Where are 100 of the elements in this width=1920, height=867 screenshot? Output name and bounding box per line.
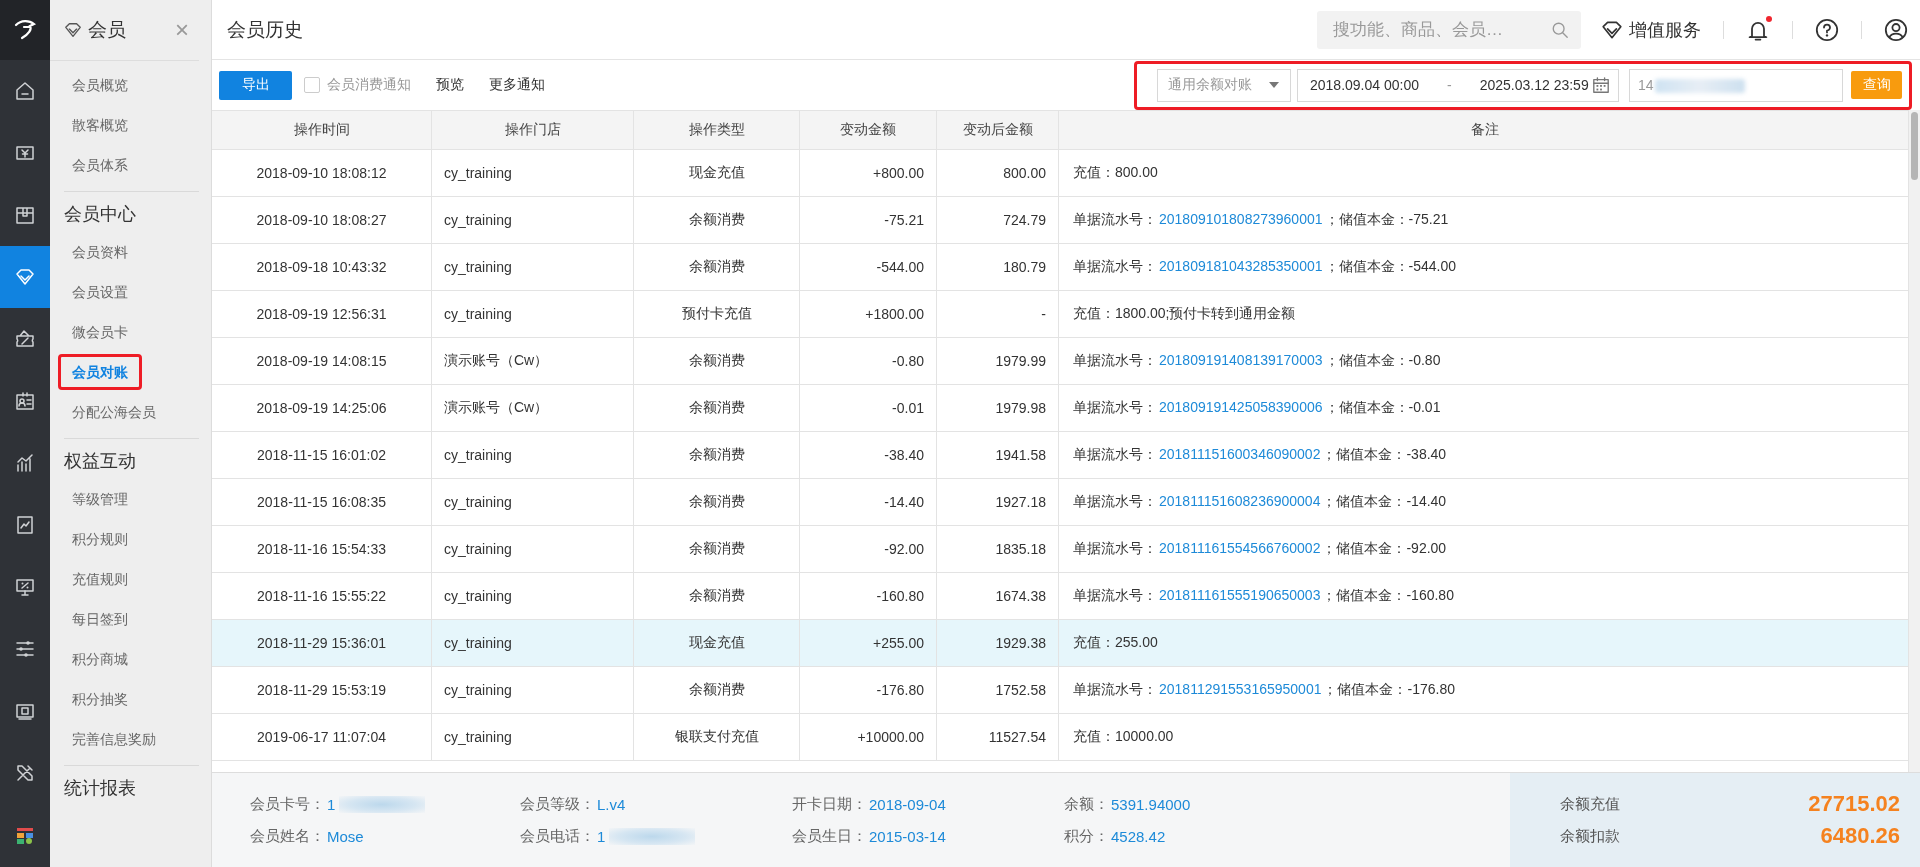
sidebar-item[interactable]: 微会员卡	[64, 312, 136, 352]
notifications-button[interactable]	[1746, 17, 1770, 42]
field-value: 5391.94000	[1111, 795, 1191, 813]
order-number-link[interactable]: 201809191408139170003	[1159, 352, 1323, 368]
table-cell: 2018-09-19 14:25:06	[212, 385, 432, 431]
table-cell: 724.79	[937, 197, 1059, 243]
field-value: 1	[327, 795, 426, 813]
table-cell: +255.00	[800, 620, 937, 666]
sidebar-item[interactable]: 每日签到	[64, 599, 136, 639]
table-cell: 2018-11-15 16:08:35	[212, 479, 432, 525]
diamond-icon	[1601, 18, 1623, 41]
column-header: 变动金额	[800, 111, 937, 149]
toolbar-link[interactable]: 更多通知	[489, 76, 545, 94]
table-cell: cy_training	[432, 714, 634, 760]
remark-text: 单据流水号：201811161555190650003；储值本金：-160.80	[1073, 587, 1454, 605]
field-label: 积分：	[1064, 826, 1109, 846]
table-cell: -38.40	[800, 432, 937, 478]
sidebar-item[interactable]: 完善信息奖励	[64, 719, 164, 759]
table-row[interactable]: 2018-09-19 12:56:31 cy_training 预付卡充值 +1800.00 - 充值：1800.00;预付卡转到通用金额	[212, 291, 1908, 338]
table-cell: -176.80	[800, 667, 937, 713]
sidebar-item[interactable]: 会员资料	[64, 232, 136, 272]
sidebar-item[interactable]: 积分抽奖	[64, 679, 136, 719]
scrollbar-thumb[interactable]	[1911, 112, 1918, 180]
sidebar-item[interactable]: 积分规则	[64, 519, 136, 559]
table-cell: -	[937, 291, 1059, 337]
table-row[interactable]: 2018-09-10 18:08:12 cy_training 现金充值 +800.00 800.00 充值：800.00	[212, 150, 1908, 197]
field-label: 会员生日：	[792, 826, 867, 846]
table-row[interactable]: 2018-11-16 15:54:33 cy_training 余额消费 -92.00 1835.18 单据流水号：201811161554566760002；储值本金：-92.00	[212, 526, 1908, 573]
table-cell: 余额消费	[634, 573, 800, 619]
table-cell: 余额消费	[634, 479, 800, 525]
table-row[interactable]: 2018-09-19 14:08:15 演示账号（Cw） 余额消费 -0.80 1979.99 单据流水号：201809191408139170003；储值本金：-0.80	[212, 338, 1908, 385]
sidebar-item[interactable]: 会员对账	[58, 354, 142, 390]
table-cell: +10000.00	[800, 714, 937, 760]
order-number-link[interactable]: 201811161555190650003	[1159, 587, 1321, 603]
sidebar-item[interactable]: 等级管理	[64, 479, 136, 519]
sidebar-section-heading: 会员中心	[64, 203, 137, 226]
order-number-link[interactable]: 201811151600346090002	[1159, 446, 1321, 462]
value-added-services-button[interactable]: 增值服务	[1601, 17, 1701, 42]
table-cell: 11527.54	[937, 714, 1059, 760]
table-cell: 2018-11-29 15:53:19	[212, 667, 432, 713]
table-row[interactable]: 2018-11-15 16:08:35 cy_training 余额消费 -14.40 1927.18 单据流水号：201811151608236900004；储值本金：-14.40	[212, 479, 1908, 526]
table-cell: 银联支付充值	[634, 714, 800, 760]
table-cell: -14.40	[800, 479, 937, 525]
column-header: 操作类型	[634, 111, 800, 149]
sidebar-item[interactable]: 会员设置	[64, 272, 136, 312]
table-row[interactable]: 2018-11-29 15:53:19 cy_training 余额消费 -176.80 1752.58 单据流水号：201811291553165950001；储值本金：-176.80	[212, 667, 1908, 714]
table-cell: 演示账号（Cw）	[432, 338, 634, 384]
order-number-link[interactable]: 201811151608236900004	[1159, 493, 1321, 509]
table-cell: -75.21	[800, 197, 937, 243]
toolbar-link[interactable]: 预览	[436, 76, 464, 94]
tools-icon	[15, 763, 35, 783]
table-row[interactable]: 2018-09-18 10:43:32 cy_training 余额消费 -544.00 180.79 单据流水号：201809181043285350001；储值本金：-544.00	[212, 244, 1908, 291]
order-number-link[interactable]: 201811291553165950001	[1159, 681, 1322, 697]
table-row[interactable]: 2018-09-19 14:25:06 演示账号（Cw） 余额消费 -0.01 1979.98 单据流水号：201809191425058390006；储值本金：-0.01	[212, 385, 1908, 432]
table-cell: 余额消费	[634, 667, 800, 713]
table-cell: 2019-06-17 11:07:04	[212, 714, 432, 760]
table-cell: cy_training	[432, 432, 634, 478]
remark-text: 充值：255.00	[1073, 634, 1158, 652]
sidebar-item[interactable]: 积分商城	[64, 639, 136, 679]
table-row[interactable]: 2018-11-29 15:36:01 cy_training 现金充值 +255.00 1929.38 充值：255.00	[212, 620, 1908, 667]
remark-text: 单据流水号：201809101808273960001；储值本金：-75.21	[1073, 211, 1449, 229]
table-cell: +800.00	[800, 150, 937, 196]
date-separator: -	[1447, 77, 1452, 93]
scrollbar[interactable]	[1908, 110, 1920, 772]
order-number-link[interactable]: 201809101808273960001	[1159, 211, 1323, 227]
remark-text: 单据流水号：201809181043285350001；储值本金：-544.00	[1073, 258, 1456, 276]
remark-text: 单据流水号：201811151600346090002；储值本金：-38.40	[1073, 446, 1447, 464]
order-number-link[interactable]: 201809191425058390006	[1159, 399, 1323, 415]
field-label: 会员姓名：	[250, 826, 325, 846]
sidebar-item[interactable]: 散客概览	[64, 105, 136, 145]
table-cell: 1929.38	[937, 620, 1059, 666]
search-field[interactable]: 搜功能、商品、会员…	[1317, 10, 1581, 49]
table-row[interactable]: 2019-06-17 11:07:04 cy_training 银联支付充值 +10000.00 11527.54 充值：10000.00	[212, 714, 1908, 761]
sidebar-item[interactable]: 会员概览	[64, 65, 136, 105]
user-button[interactable]	[1884, 17, 1908, 42]
checkbox-label[interactable]: 会员消费通知	[327, 76, 411, 94]
order-number-link[interactable]: 201809181043285350001	[1159, 258, 1323, 274]
date-range-field[interactable]: 2018.09.04 00:00 - 2025.03.12 23:59	[1297, 68, 1619, 102]
sidebar-item[interactable]: 会员体系	[64, 145, 136, 185]
table-row[interactable]: 2018-11-15 16:01:02 cy_training 余额消费 -38.40 1941.58 单据流水号：201811151600346090002；储值本金：-38.40	[212, 432, 1908, 479]
table-cell: 2018-09-18 10:43:32	[212, 244, 432, 290]
sidebar-item[interactable]: 分配公海会员	[64, 392, 164, 432]
sidebar-section-heading: 权益互动	[64, 450, 137, 473]
field-label: 开卡日期：	[792, 794, 867, 814]
field-value: 4528.42	[1111, 827, 1166, 845]
type-select[interactable]: 通用余额对账	[1157, 68, 1291, 102]
help-button[interactable]	[1815, 17, 1839, 42]
checkbox[interactable]	[304, 77, 320, 93]
table-cell: cy_training	[432, 526, 634, 572]
table-cell: 2018-11-29 15:36:01	[212, 620, 432, 666]
id-card-icon	[15, 391, 35, 411]
remark-text: 单据流水号：201811161554566760002；储值本金：-92.00	[1073, 540, 1447, 558]
order-number-link[interactable]: 201811161554566760002	[1159, 540, 1321, 556]
table-cell: cy_training	[432, 573, 634, 619]
field-value: 2018-09-04	[869, 795, 946, 813]
export-button[interactable]: 导出	[219, 70, 292, 100]
table-cell: 预付卡充值	[634, 291, 800, 337]
table-row[interactable]: 2018-09-10 18:08:27 cy_training 余额消费 -75.21 724.79 单据流水号：201809101808273960001；储值本金：-75.21	[212, 197, 1908, 244]
table-cell: 2018-09-19 12:56:31	[212, 291, 432, 337]
sidebar-item[interactable]: 充值规则	[64, 559, 136, 599]
